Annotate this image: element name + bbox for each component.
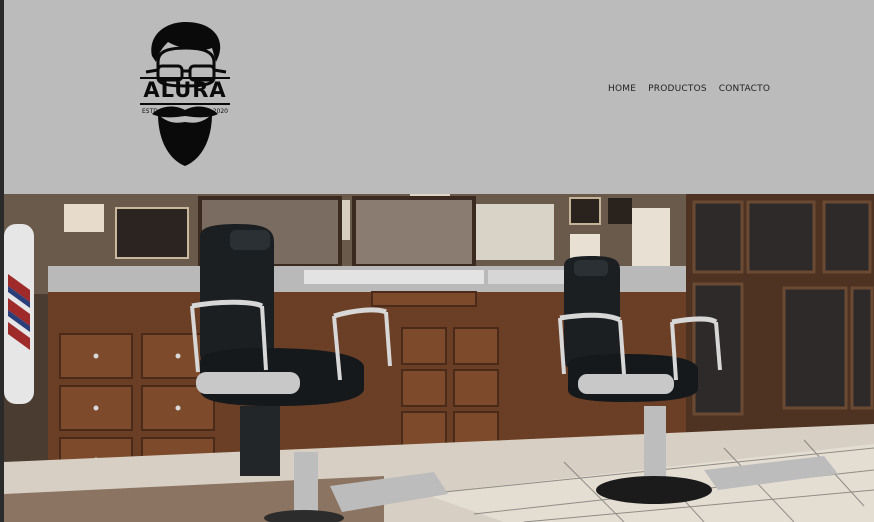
- main-nav: HOME PRODUCTOS CONTACTO: [608, 84, 770, 94]
- hero-banner: [4, 194, 874, 522]
- logo-brand-text: ALURA: [143, 78, 227, 102]
- nav-home-link[interactable]: HOME: [608, 84, 636, 94]
- nav-productos-link[interactable]: PRODUCTOS: [648, 84, 707, 94]
- site-header: ALURA ESTD 2020 HOME PRODUCTOS CONTACTO: [4, 0, 874, 194]
- nav-contacto-link[interactable]: CONTACTO: [719, 84, 770, 94]
- logo-link[interactable]: ALURA ESTD 2020: [138, 18, 232, 168]
- barbershop-photo: [4, 194, 874, 522]
- logo-year-text: 2020: [212, 108, 228, 115]
- logo-estd-text: ESTD: [142, 108, 158, 115]
